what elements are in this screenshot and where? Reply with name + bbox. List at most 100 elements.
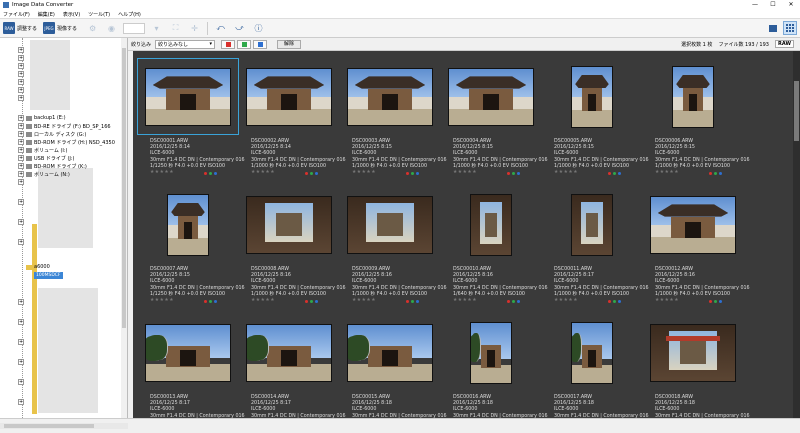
adjust-button[interactable]: RAW 調整する <box>3 21 37 36</box>
blue-dot-icon[interactable] <box>618 299 622 303</box>
thumbnail-cell[interactable]: DSC00007.ARW 2016/12/25 8:15 ILCE-6000 30mm… <box>138 187 245 312</box>
thumbnail-cell[interactable]: DSC00018.ARW 2016/12/25 8:18 ILCE-6000 30mm… <box>643 315 750 418</box>
blue-dot-icon[interactable] <box>214 171 218 175</box>
photo-thumbnail[interactable] <box>470 321 512 384</box>
menu-tools[interactable]: ツール(T) <box>88 11 110 18</box>
star-icons[interactable]: ★★★★★ <box>554 170 578 176</box>
expand-icon[interactable]: + <box>18 139 24 145</box>
settings-icon[interactable]: ⚙ <box>87 23 98 34</box>
tree-horizontal-scrollbar[interactable] <box>0 423 128 429</box>
green-dot-icon[interactable] <box>209 299 213 303</box>
photo-thumbnail[interactable] <box>650 323 736 382</box>
tree-item-0[interactable]: + backup1 (E:) <box>18 114 66 122</box>
thumbnail-frame[interactable] <box>643 59 743 134</box>
tree-node-collapsed[interactable]: + <box>18 198 26 206</box>
tree-node-collapsed[interactable]: + <box>18 238 26 246</box>
info-icon[interactable]: ⓘ <box>253 23 264 34</box>
star-icons[interactable]: ★★★★★ <box>251 170 275 176</box>
rating-stars[interactable]: ★★★★★ <box>453 298 543 304</box>
expand-icon[interactable]: + <box>18 155 24 161</box>
tree-node-collapsed[interactable]: + <box>18 298 26 306</box>
photo-thumbnail[interactable] <box>347 323 433 382</box>
photo-thumbnail[interactable] <box>347 195 433 254</box>
photo-thumbnail[interactable] <box>650 195 736 254</box>
thumbnail-frame[interactable] <box>239 315 339 390</box>
menu-file[interactable]: ファイル(F) <box>3 11 30 18</box>
rating-stars[interactable]: ★★★★★ <box>251 298 341 304</box>
star-icons[interactable]: ★★★★★ <box>453 298 477 304</box>
color-labels[interactable] <box>709 171 724 175</box>
record-icon[interactable]: ◉ <box>106 23 117 34</box>
blue-dot-icon[interactable] <box>416 171 420 175</box>
expand-icon[interactable]: + <box>18 339 24 345</box>
color-labels[interactable] <box>507 299 522 303</box>
expand-icon[interactable]: + <box>18 359 24 365</box>
expand-icon[interactable]: + <box>18 55 24 61</box>
rating-stars[interactable]: ★★★★★ <box>150 170 240 176</box>
thumbnail-frame[interactable] <box>138 187 238 262</box>
green-label-filter[interactable] <box>237 39 252 49</box>
rating-stars[interactable]: ★★★★★ <box>352 170 442 176</box>
star-icons[interactable]: ★★★★★ <box>655 170 679 176</box>
blue-dot-icon[interactable] <box>618 171 622 175</box>
scroll-thumb[interactable] <box>4 424 94 428</box>
tree-node-collapsed[interactable]: + <box>18 358 26 366</box>
thumbnail-cell[interactable]: DSC00005.ARW 2016/12/25 8:15 ILCE-6000 30mm… <box>542 59 649 184</box>
expand-icon[interactable]: + <box>18 199 24 205</box>
tree-node-collapsed[interactable]: + <box>18 378 26 386</box>
photo-thumbnail[interactable] <box>145 323 231 382</box>
expand-icon[interactable]: + <box>18 115 24 121</box>
single-view-button[interactable] <box>766 21 780 35</box>
expand-icon[interactable]: + <box>18 123 24 129</box>
tree-node-collapsed[interactable]: + <box>18 398 26 406</box>
expand-icon[interactable]: + <box>18 95 24 101</box>
thumbnail-cell[interactable]: DSC00013.ARW 2016/12/25 8:17 ILCE-6000 30mm… <box>138 315 245 418</box>
photo-thumbnail[interactable] <box>246 195 332 254</box>
tree-node-collapsed[interactable]: + <box>18 46 26 54</box>
color-labels[interactable] <box>608 299 623 303</box>
thumbnail-view-button[interactable] <box>783 21 797 35</box>
star-icons[interactable]: ★★★★★ <box>453 170 477 176</box>
thumbnail-cell[interactable]: DSC00006.ARW 2016/12/25 8:15 ILCE-6000 30mm… <box>643 59 750 184</box>
blue-dot-icon[interactable] <box>517 171 521 175</box>
rating-stars[interactable]: ★★★★★ <box>554 298 644 304</box>
tree-node-collapsed[interactable]: + <box>18 318 26 326</box>
tree-item-selected[interactable]: 100MSDCF <box>34 271 63 279</box>
star-icons[interactable]: ★★★★★ <box>150 298 174 304</box>
filter-select[interactable]: 絞り込みなし ▾ <box>155 39 216 49</box>
thumbnail-frame[interactable] <box>340 187 440 262</box>
tree-item-6[interactable]: + BD-ROM ドライブ (K:) <box>18 162 87 170</box>
thumbnail-frame[interactable] <box>137 58 239 135</box>
scroll-thumb[interactable] <box>794 81 799 141</box>
rating-stars[interactable]: ★★★★★ <box>554 170 644 176</box>
fit-icon[interactable]: ⛶ <box>170 23 181 34</box>
color-labels[interactable] <box>305 299 320 303</box>
thumbnail-cell[interactable]: DSC00017.ARW 2016/12/25 8:18 ILCE-6000 30mm… <box>542 315 649 418</box>
tree-item-4[interactable]: + ボリューム (I:) <box>18 146 68 154</box>
tree-node-collapsed[interactable]: + <box>18 62 26 70</box>
rotate-right-icon[interactable]: ⤻ <box>234 23 245 34</box>
expand-icon[interactable]: + <box>18 299 24 305</box>
blue-dot-icon[interactable] <box>517 299 521 303</box>
thumbnail-cell[interactable]: DSC00016.ARW 2016/12/25 8:18 ILCE-6000 30mm… <box>441 315 548 418</box>
tree-scrollbar[interactable] <box>121 38 127 418</box>
thumbnail-cell[interactable]: DSC00008.ARW 2016/12/25 8:16 ILCE-6000 30mm… <box>239 187 346 312</box>
green-dot-icon[interactable] <box>714 171 718 175</box>
red-dot-icon[interactable] <box>507 299 511 303</box>
red-dot-icon[interactable] <box>305 299 309 303</box>
rating-stars[interactable]: ★★★★★ <box>150 298 240 304</box>
expand-icon[interactable]: + <box>18 171 24 177</box>
tree-item-a6000[interactable]: a6000 <box>26 263 50 271</box>
color-labels[interactable] <box>608 171 623 175</box>
color-labels[interactable] <box>406 299 421 303</box>
thumbnail-cell[interactable]: DSC00014.ARW 2016/12/25 8:17 ILCE-6000 30mm… <box>239 315 346 418</box>
photo-thumbnail[interactable] <box>672 65 714 128</box>
color-labels[interactable] <box>204 171 219 175</box>
crosshair-icon[interactable]: ✛ <box>189 23 200 34</box>
red-dot-icon[interactable] <box>406 171 410 175</box>
red-dot-icon[interactable] <box>608 299 612 303</box>
star-icons[interactable]: ★★★★★ <box>352 298 376 304</box>
photo-thumbnail[interactable] <box>448 67 534 126</box>
red-dot-icon[interactable] <box>507 171 511 175</box>
develop-button[interactable]: JPEG 現像する <box>43 21 77 36</box>
